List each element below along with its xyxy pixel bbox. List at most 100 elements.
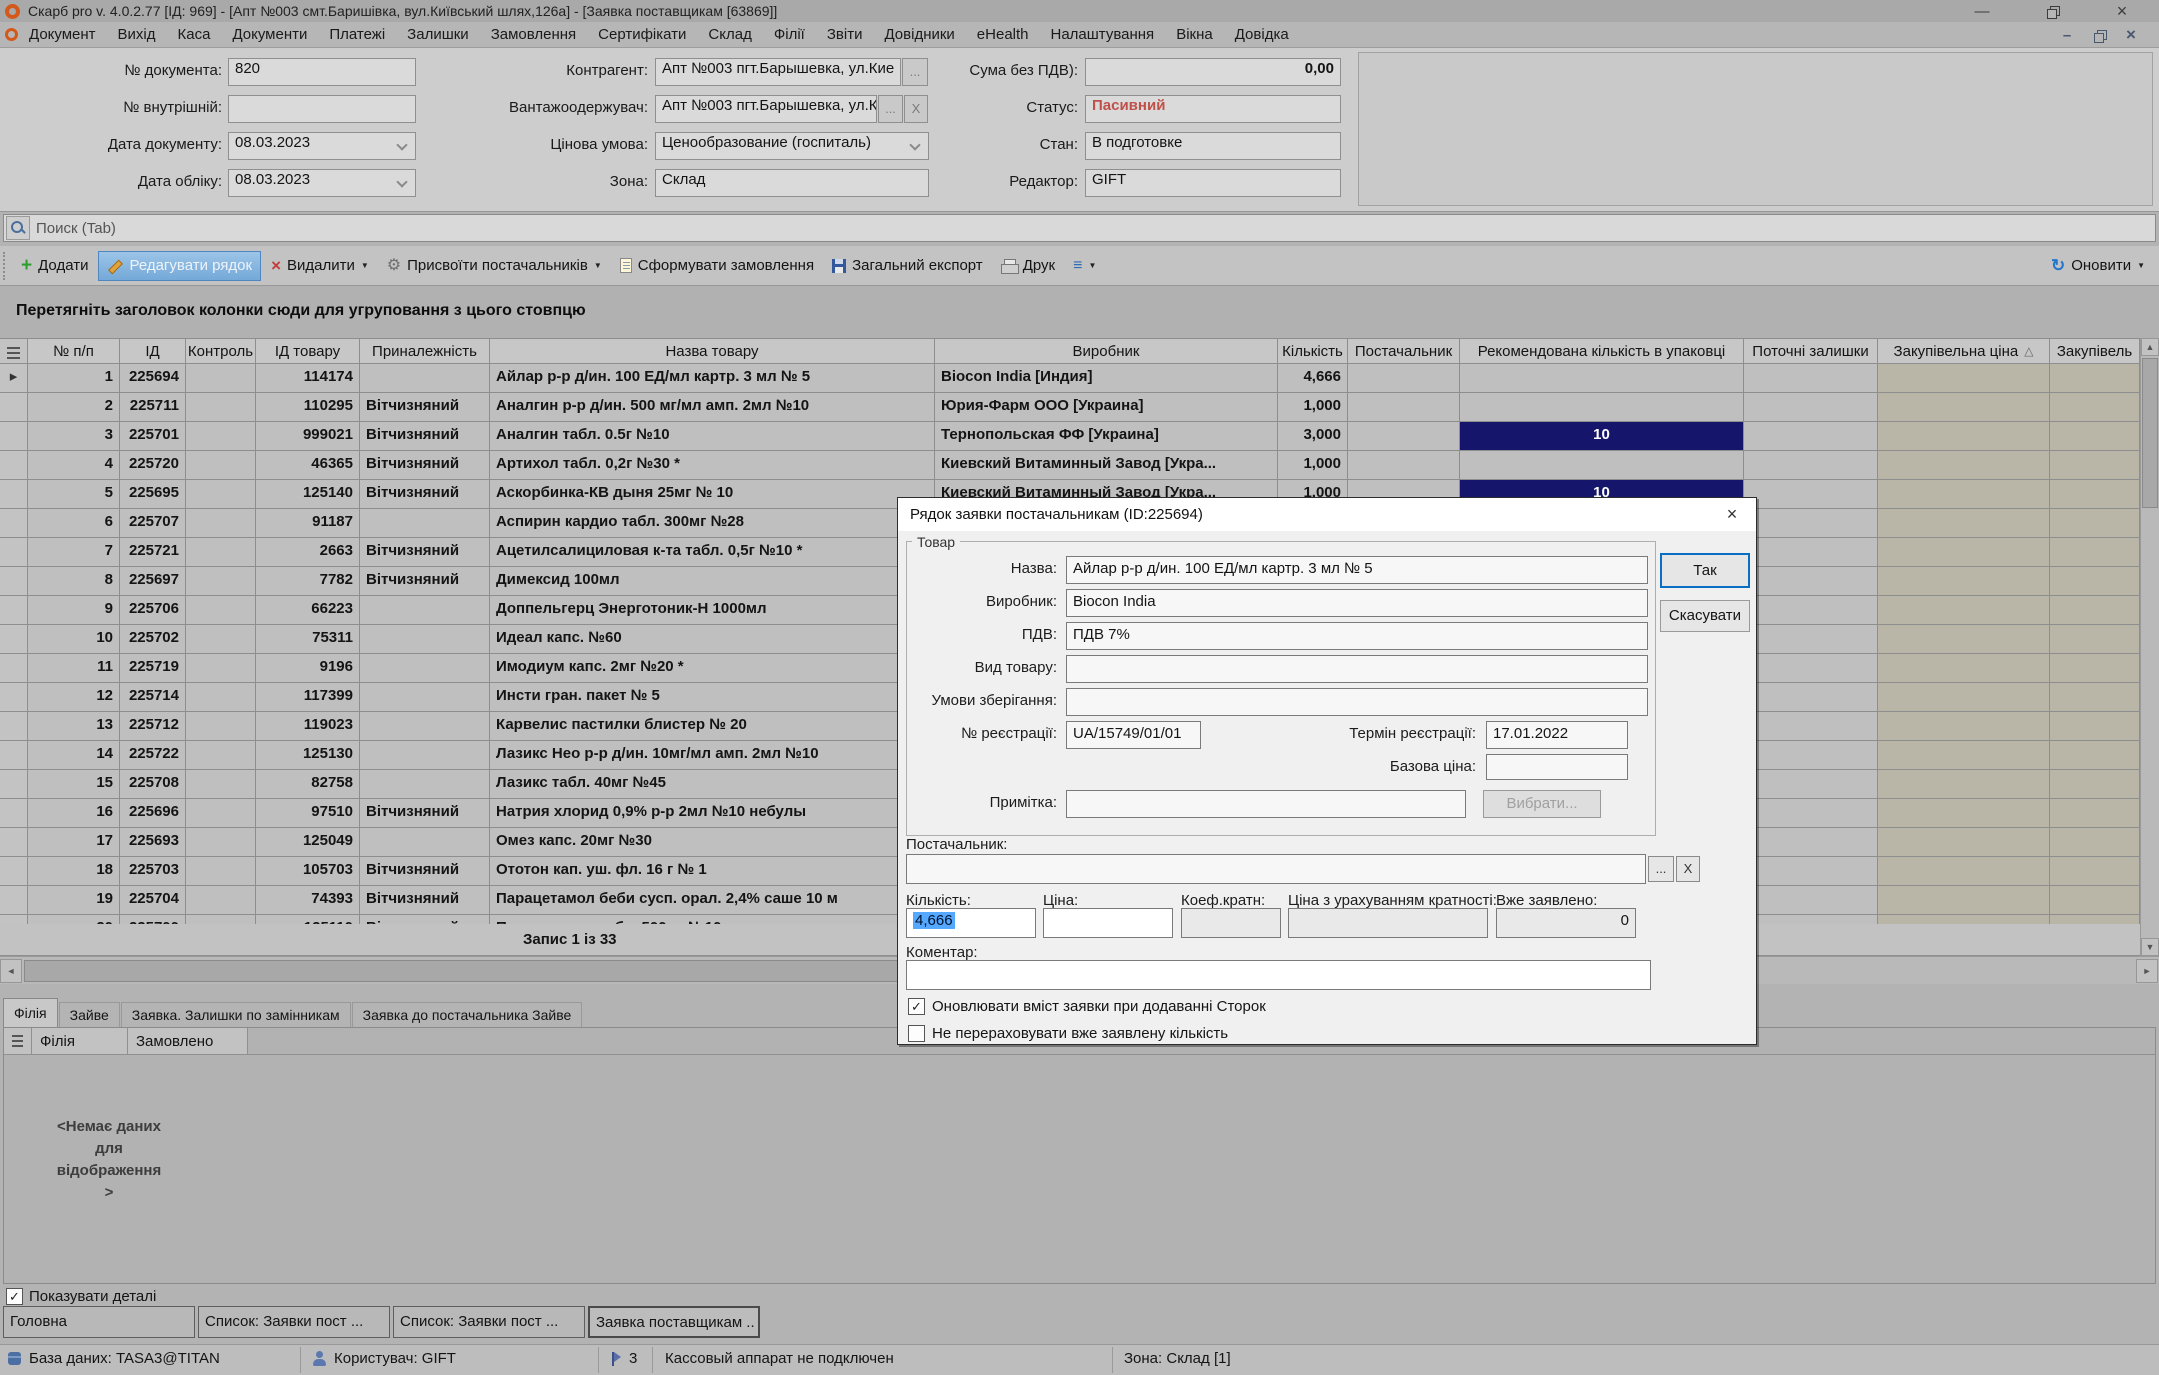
toolbar-button-delete[interactable]: ×Видалити▼ xyxy=(263,251,377,281)
column-header-recommended[interactable]: Рекомендована кількість в упаковці xyxy=(1460,339,1744,363)
detail-tab-3[interactable]: Заявка до постачальника Зайве xyxy=(352,1002,583,1028)
dlg-reg-term-field[interactable]: 17.01.2022 xyxy=(1486,721,1628,749)
toolbar-button-add[interactable]: +Додати xyxy=(13,251,96,281)
supplier-field[interactable] xyxy=(906,854,1646,884)
window-restore-button[interactable] xyxy=(2028,0,2076,22)
detail-tab-0[interactable]: Філія xyxy=(3,998,58,1028)
dlg-manufacturer-field[interactable]: Biocon India xyxy=(1066,589,1648,617)
consignee-clear-button[interactable]: X xyxy=(904,95,928,123)
menu-item-5[interactable]: Залишки xyxy=(396,24,480,45)
scroll-up-icon[interactable]: ▲ xyxy=(2141,338,2159,356)
mdi-tab-1[interactable]: Список: Заявки пост ... xyxy=(198,1306,390,1338)
internal-number-field[interactable] xyxy=(228,95,416,123)
menu-item-14[interactable]: Вікна xyxy=(1165,24,1224,45)
vertical-scrollbar[interactable]: ▲ ▼ xyxy=(2140,338,2159,956)
qty-field[interactable]: 4,666 xyxy=(906,908,1036,938)
chevron-down-icon[interactable] xyxy=(909,139,920,150)
comment-field[interactable] xyxy=(906,960,1651,990)
mdi-tab-0[interactable]: Головна xyxy=(3,1306,195,1338)
column-header-qty[interactable]: Кількість xyxy=(1278,339,1348,363)
column-header-id[interactable]: ІД xyxy=(120,339,186,363)
checkbox-unchecked-icon[interactable] xyxy=(908,1025,925,1042)
checkbox-checked-icon[interactable]: ✓ xyxy=(908,998,925,1015)
group-by-bar[interactable]: Перетягніть заголовок колонки сюди для у… xyxy=(0,286,2159,338)
update-content-checkbox[interactable]: ✓ Оновлювати вміст заявки при додаванні … xyxy=(908,998,1266,1015)
counterparty-browse-button[interactable]: ... xyxy=(902,58,928,86)
dlg-name-field[interactable]: Айлар р-р д/ин. 100 ЕД/мл картр. 3 мл № … xyxy=(1066,556,1648,584)
mdi-tab-2[interactable]: Список: Заявки пост ... xyxy=(393,1306,585,1338)
column-header-name[interactable]: Назва товару xyxy=(490,339,935,363)
search-input[interactable]: Поиск (Tab) xyxy=(3,214,2156,242)
column-header-supplier[interactable]: Постачальник xyxy=(1348,339,1460,363)
consignee-browse-button[interactable]: ... xyxy=(878,95,903,123)
choose-button[interactable]: Вибрати... xyxy=(1483,790,1601,818)
ok-button[interactable]: Так xyxy=(1660,553,1750,588)
table-row[interactable]: 2225711110295ВітчизнянийАналгин р-р д/ин… xyxy=(0,393,2140,422)
chevron-down-icon[interactable] xyxy=(396,176,407,187)
toolbar-button-list-options[interactable]: ≡▼ xyxy=(1065,251,1104,281)
menu-item-11[interactable]: Довідники xyxy=(873,24,965,45)
column-header-control[interactable]: Контроль xyxy=(186,339,256,363)
show-details-checkbox[interactable]: ✓ Показувати деталі xyxy=(6,1288,156,1305)
dlg-vat-field[interactable]: ПДВ 7% xyxy=(1066,622,1648,650)
menu-item-0[interactable]: Документ xyxy=(18,24,107,45)
scroll-right-icon[interactable]: ► xyxy=(2136,959,2158,983)
menu-item-12[interactable]: eHealth xyxy=(966,24,1040,45)
price-field[interactable] xyxy=(1043,908,1173,938)
zone-field[interactable]: Склад xyxy=(655,169,929,197)
supplier-clear-button[interactable]: X xyxy=(1676,856,1700,882)
menu-item-2[interactable]: Каса xyxy=(167,24,222,45)
column-header-stock[interactable]: Поточні залишки xyxy=(1744,339,1878,363)
mdi-tab-3[interactable]: Заявка поставщикам .. xyxy=(588,1306,760,1338)
menu-item-13[interactable]: Налаштування xyxy=(1040,24,1166,45)
table-row[interactable]: ▸1225694114174Айлар р-р д/ин. 100 ЕД/мл … xyxy=(0,364,2140,393)
column-header-indicator[interactable] xyxy=(0,339,28,363)
toolbar-button-edit-row[interactable]: Редагувати рядок xyxy=(98,251,261,281)
detail-tab-1[interactable]: Зайве xyxy=(59,1002,120,1028)
menu-item-6[interactable]: Замовлення xyxy=(480,24,587,45)
menu-item-7[interactable]: Сертифікати xyxy=(587,24,697,45)
toolbar-button-general-export[interactable]: Загальний експорт xyxy=(824,251,991,281)
menu-item-10[interactable]: Звіти xyxy=(816,24,874,45)
vertical-scroll-thumb[interactable] xyxy=(2142,358,2158,508)
menu-item-4[interactable]: Платежі xyxy=(318,24,396,45)
scroll-down-icon[interactable]: ▼ xyxy=(2141,938,2159,956)
dlg-base-price-field[interactable] xyxy=(1486,754,1628,780)
detail-column-filia[interactable]: Філія xyxy=(32,1028,128,1054)
refresh-button[interactable]: ↻ Оновити ▼ xyxy=(2051,250,2145,280)
cancel-button[interactable]: Скасувати xyxy=(1660,600,1750,632)
toolbar-button-assign-suppliers[interactable]: ⚙Присвоїти постачальників▼ xyxy=(379,251,610,281)
column-header-num[interactable]: № п/п xyxy=(28,339,120,363)
menu-item-15[interactable]: Довідка xyxy=(1224,24,1300,45)
table-row[interactable]: 3225701999021ВітчизнянийАналгин табл. 0.… xyxy=(0,422,2140,451)
supplier-browse-button[interactable]: ... xyxy=(1648,856,1674,882)
toolbar-button-form-order[interactable]: Сформувати замовлення xyxy=(612,251,822,281)
scroll-left-icon[interactable]: ◄ xyxy=(0,959,22,983)
checkbox-checked-icon[interactable]: ✓ xyxy=(6,1288,23,1305)
grid-menu-icon-cell[interactable] xyxy=(4,1028,32,1054)
price-condition-select[interactable]: Ценообразование (госпиталь) xyxy=(655,132,929,160)
detail-column-ordered[interactable]: Замовлено xyxy=(128,1028,248,1054)
chevron-down-icon[interactable] xyxy=(396,139,407,150)
window-minimize-button[interactable]: — xyxy=(1958,0,2006,22)
dialog-close-button[interactable]: × xyxy=(1708,498,1756,531)
column-header-price[interactable]: Закупівельна ціна△ xyxy=(1878,339,2050,363)
no-recalc-checkbox[interactable]: Не перераховувати вже заявлену кількість xyxy=(908,1025,1228,1042)
table-row[interactable]: 422572046365ВітчизнянийАртихол табл. 0,2… xyxy=(0,451,2140,480)
dlg-reg-number-field[interactable]: UA/15749/01/01 xyxy=(1066,721,1201,749)
dlg-note-field[interactable] xyxy=(1066,790,1466,818)
mdi-restore-button[interactable] xyxy=(2084,24,2114,46)
dlg-product-type-field[interactable] xyxy=(1066,655,1648,683)
detail-tab-2[interactable]: Заявка. Залишки по замінникам xyxy=(121,1002,351,1028)
column-header-product_id[interactable]: ІД товару xyxy=(256,339,360,363)
menu-item-1[interactable]: Вихід xyxy=(107,24,167,45)
column-header-price2[interactable]: Закупівель xyxy=(2050,339,2140,363)
column-header-origin[interactable]: Приналежність xyxy=(360,339,490,363)
menu-item-3[interactable]: Документи xyxy=(221,24,318,45)
dlg-storage-field[interactable] xyxy=(1066,688,1648,716)
toolbar-grip[interactable] xyxy=(3,252,7,280)
window-close-button[interactable]: × xyxy=(2098,0,2146,22)
mdi-close-button[interactable]: × xyxy=(2116,24,2146,46)
toolbar-button-print[interactable]: Друк xyxy=(993,251,1063,281)
consignee-field[interactable]: Апт №003 пгт.Барышевка, ул.К xyxy=(655,95,877,123)
